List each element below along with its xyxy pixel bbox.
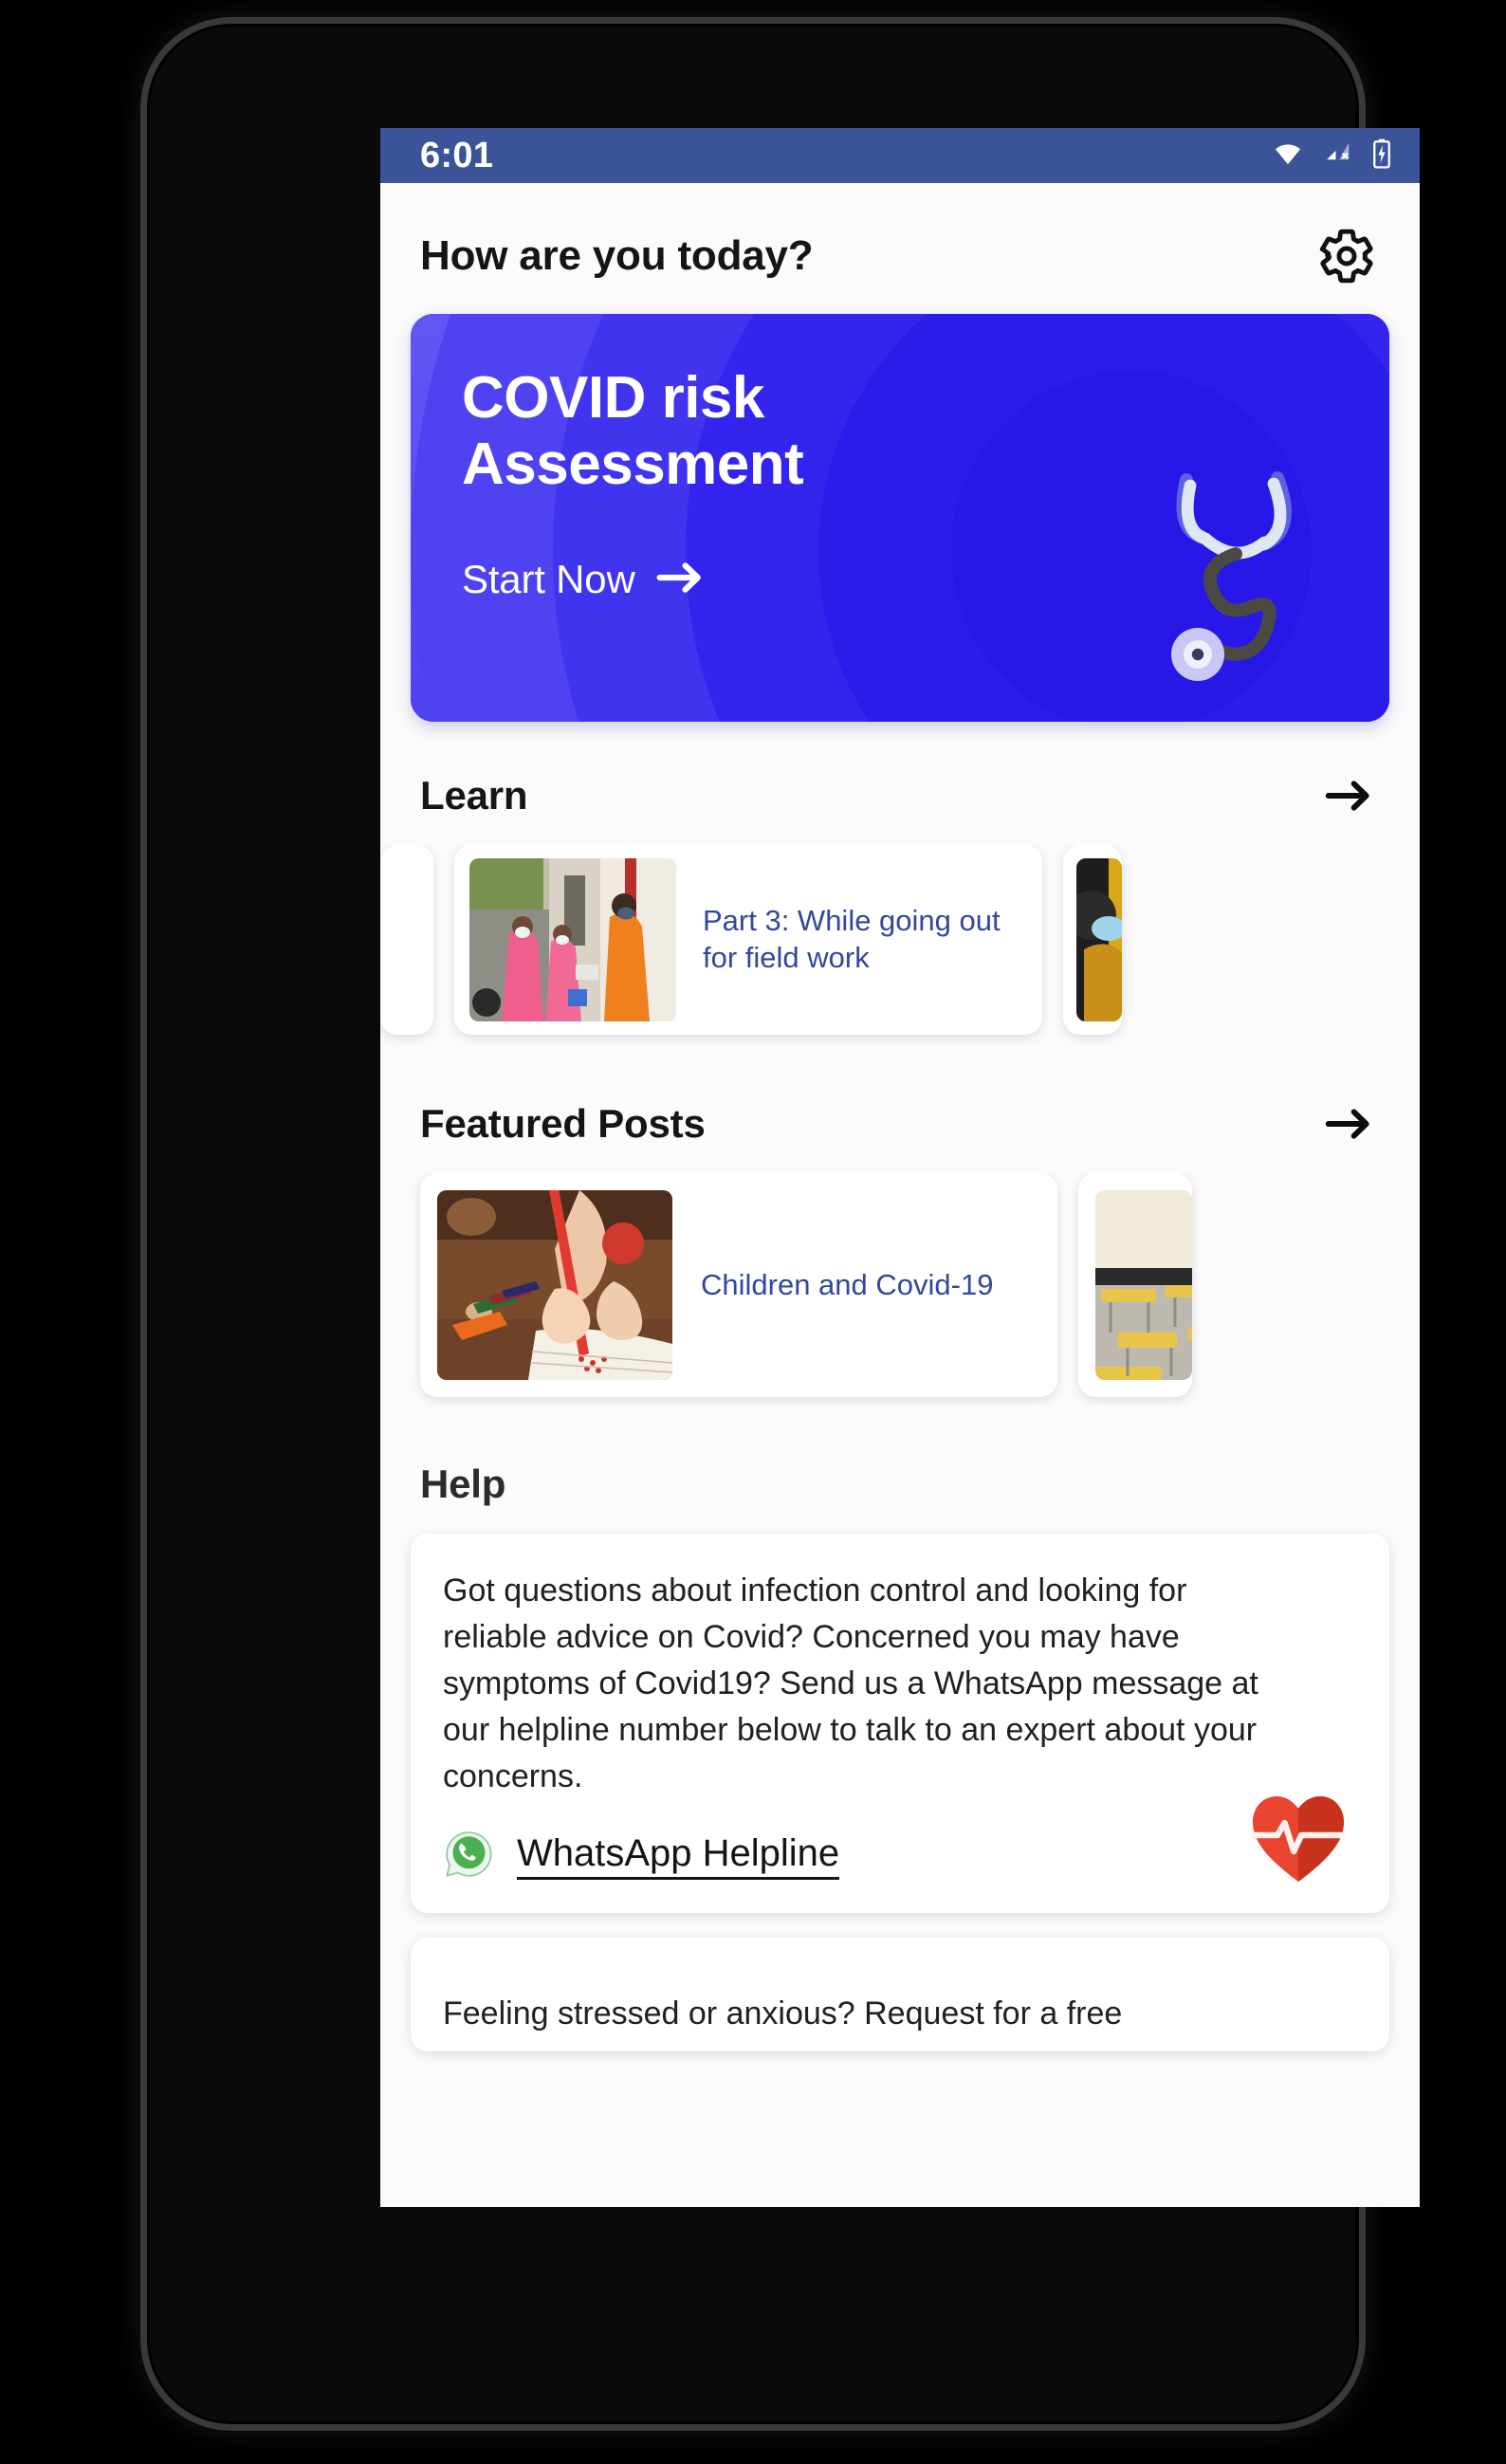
arrow-right-icon	[1325, 1109, 1374, 1147]
stress-help-card[interactable]: Feeling stressed or anxious? Request for…	[411, 1937, 1389, 2051]
featured-card-thumbnail	[437, 1190, 672, 1380]
learn-card-previous-peek[interactable]	[380, 845, 433, 1035]
featured-carousel[interactable]: Children and Covid-19	[380, 1173, 1420, 1410]
featured-section-header: Featured Posts	[380, 1099, 1420, 1149]
help-whatsapp-card: Got questions about infection control an…	[411, 1534, 1389, 1913]
app-header: How are you today?	[380, 183, 1420, 310]
learn-see-all-button[interactable]	[1319, 771, 1380, 820]
start-now-button[interactable]: Start Now	[462, 557, 1389, 602]
learn-card-next-peek[interactable]	[1063, 845, 1122, 1035]
stress-card-description: Feeling stressed or anxious? Request for…	[443, 1995, 1123, 2032]
featured-next-thumbnail	[1095, 1190, 1192, 1380]
battery-charging-icon	[1370, 138, 1393, 174]
learn-card-thumbnail	[469, 858, 676, 1021]
device-screen: 6:01 How are you today? COVID risk Asses…	[380, 128, 1420, 2207]
page-title: How are you today?	[420, 232, 814, 279]
featured-card-title: Children and Covid-19	[701, 1267, 994, 1301]
status-bar: 6:01	[380, 128, 1420, 183]
help-section-header: Help	[380, 1462, 1420, 1507]
gear-icon	[1317, 229, 1376, 289]
wifi-icon	[1270, 139, 1306, 173]
learn-section-header: Learn	[380, 771, 1420, 820]
covid-risk-assessment-card[interactable]: COVID risk Assessment Start Now	[411, 314, 1389, 722]
status-bar-clock: 6:01	[420, 135, 494, 175]
status-bar-icons	[1270, 138, 1393, 174]
learn-card-title: Part 3: While going out for field work	[703, 904, 1001, 974]
featured-section-title: Featured Posts	[420, 1101, 706, 1146]
learn-section-title: Learn	[420, 773, 528, 818]
settings-button[interactable]	[1313, 223, 1380, 289]
risk-card-title-line1: COVID risk	[462, 365, 764, 431]
list-item[interactable]: Part 3: While going out for field work	[454, 845, 1042, 1035]
risk-card-title-line2: Assessment	[462, 432, 804, 498]
featured-card-next-peek[interactable]	[1078, 1173, 1192, 1397]
whatsapp-helpline-link[interactable]: WhatsApp Helpline	[443, 1829, 1357, 1885]
arrow-right-icon	[656, 560, 706, 600]
start-now-label: Start Now	[462, 557, 635, 602]
risk-card-text-block: COVID risk Assessment Start Now	[411, 314, 1389, 602]
arrow-right-icon	[1325, 781, 1374, 818]
help-description: Got questions about infection control an…	[443, 1572, 1258, 1794]
list-item[interactable]: Children and Covid-19	[420, 1173, 1057, 1397]
featured-see-all-button[interactable]	[1319, 1099, 1380, 1149]
heartbeat-icon	[1250, 1793, 1347, 1888]
whatsapp-helpline-label: WhatsApp Helpline	[517, 1832, 840, 1881]
whatsapp-icon	[443, 1829, 494, 1885]
learn-carousel[interactable]: Part 3: While going out for field work	[380, 845, 1420, 1046]
help-section-title: Help	[420, 1462, 506, 1506]
device-frame: 6:01 How are you today? COVID risk Asses…	[140, 17, 1420, 2431]
app-content: How are you today? COVID risk Assessment…	[380, 183, 1420, 2207]
cellular-no-sim-icon	[1320, 139, 1356, 173]
learn-next-thumbnail	[1076, 858, 1122, 1021]
